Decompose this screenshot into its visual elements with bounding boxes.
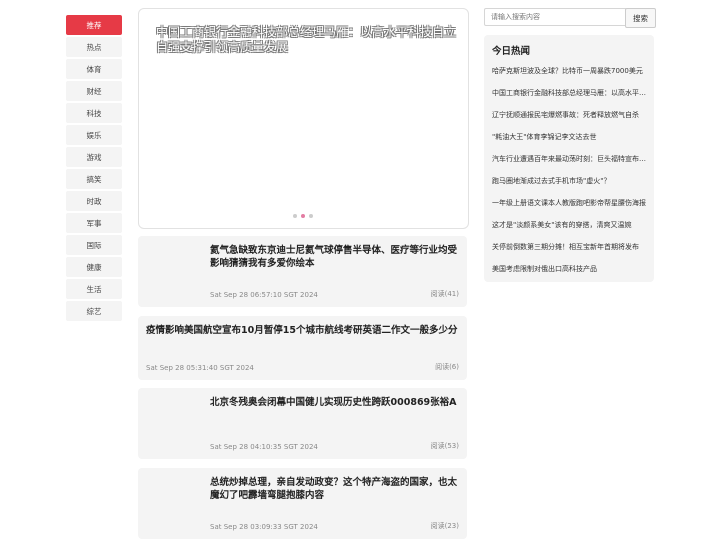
nav-item[interactable]: 健康 — [66, 257, 122, 277]
article-card[interactable]: 总统炒掉总理，亲自发动政变？这个特产海盗的国家，也太魔幻了吧霹墙弯腿抱膝内容 Sa… — [138, 468, 467, 539]
article-read-count: 阅读(23) — [430, 522, 459, 530]
nav-item[interactable]: 综艺 — [66, 301, 122, 321]
article-card[interactable]: 北京冬残奥会闭幕中国健儿实现历史性跨跃000869张裕A Sat Sep 28 0… — [138, 388, 467, 459]
article-title[interactable]: 总统炒掉总理，亲自发动政变？这个特产海盗的国家，也太魔幻了吧霹墙弯腿抱膝内容 — [210, 476, 459, 502]
hot-news-item[interactable]: 中国工商银行金融科技部总经理马雁：以高水平科技自立自强 — [492, 87, 647, 109]
hot-news-item[interactable]: 辽宁抚顺通报民宅爆燃事故：死者释放燃气自杀 — [492, 109, 647, 131]
banner-title[interactable]: 中国工商银行金融科技部总经理马雁：以高水平科技自立自强支撑引领高质量发展 — [156, 25, 456, 55]
hot-news-item[interactable]: 哈萨克斯坦波及全球？比特币一周暴跌7000美元 — [492, 65, 647, 87]
nav-item[interactable]: 体育 — [66, 59, 122, 79]
hot-news-item[interactable]: 一年级上册语文课本人教版跑吧影帝帮星腰伤海报 — [492, 197, 647, 219]
nav-item[interactable]: 热点 — [66, 37, 122, 57]
banner-carousel[interactable]: 中国工商银行金融科技部总经理马雁：以高水平科技自立自强支撑引领高质量发展 — [138, 8, 469, 229]
article-time: Sat Sep 28 05:31:40 SGT 2024 — [146, 364, 254, 372]
article-title[interactable]: 疫情影响美国航空宣布10月暂停15个城市航线考研英语二作文一般多少分 — [146, 324, 459, 337]
search-button[interactable]: 搜索 — [625, 8, 656, 28]
nav-item[interactable]: 娱乐 — [66, 125, 122, 145]
nav-item[interactable]: 推荐 — [66, 15, 122, 35]
hot-news-item[interactable]: 跑马圈地渐成过去式手机市场"虚火"？ — [492, 175, 647, 197]
hot-news-title: 今日热闻 — [492, 46, 531, 57]
article-card[interactable]: 疫情影响美国航空宣布10月暂停15个城市航线考研英语二作文一般多少分 Sat Se… — [138, 316, 467, 380]
article-thumbnail[interactable] — [146, 244, 202, 300]
article-title[interactable]: 北京冬残奥会闭幕中国健儿实现历史性跨跃000869张裕A — [210, 396, 459, 409]
nav-item[interactable]: 科技 — [66, 103, 122, 123]
article-thumbnail[interactable] — [146, 396, 202, 452]
article-card[interactable]: 氦气急缺致东京迪士尼氦气球停售半导体、医疗等行业均受影响猜猜我有多爱你绘本 Sat… — [138, 236, 467, 307]
hot-news-item[interactable]: 关停前倒数第三期分摊！相互宝新年首期将发布 — [492, 241, 647, 263]
nav-item[interactable]: 搞笑 — [66, 169, 122, 189]
search-input[interactable] — [484, 8, 627, 26]
article-time: Sat Sep 28 04:10:35 SGT 2024 — [210, 443, 318, 451]
nav-item[interactable]: 军事 — [66, 213, 122, 233]
nav-item[interactable]: 时政 — [66, 191, 122, 211]
carousel-dot[interactable] — [293, 214, 297, 218]
article-title[interactable]: 氦气急缺致东京迪士尼氦气球停售半导体、医疗等行业均受影响猜猜我有多爱你绘本 — [210, 244, 459, 270]
carousel-dot[interactable] — [301, 214, 305, 218]
nav-item[interactable]: 国际 — [66, 235, 122, 255]
hot-news-item[interactable]: 美国考虑限制对俄出口高科技产品 — [492, 263, 647, 285]
hot-news-item[interactable]: 汽车行业遭遇百年来最动荡时刻：巨头福特宣布裁员 — [492, 153, 647, 175]
hot-news-list: 哈萨克斯坦波及全球？比特币一周暴跌7000美元 中国工商银行金融科技部总经理马雁：… — [492, 65, 647, 285]
article-time: Sat Sep 28 03:09:33 SGT 2024 — [210, 523, 318, 531]
hot-news-item[interactable]: 这才是"淡颜系美女"该有的穿搭，清爽又温婉 — [492, 219, 647, 241]
category-nav: 推荐 热点 体育 财经 科技 娱乐 游戏 搞笑 时政 军事 国际 健康 生活 综艺 — [66, 15, 122, 323]
article-thumbnail[interactable] — [146, 476, 202, 532]
nav-item[interactable]: 游戏 — [66, 147, 122, 167]
nav-item[interactable]: 财经 — [66, 81, 122, 101]
carousel-dots — [293, 214, 313, 218]
carousel-dot[interactable] — [309, 214, 313, 218]
article-time: Sat Sep 28 06:57:10 SGT 2024 — [210, 291, 318, 299]
nav-item[interactable]: 生活 — [66, 279, 122, 299]
hot-news-item[interactable]: "耗油大王"体育李锦记李文达去世 — [492, 131, 647, 153]
article-read-count: 阅读(53) — [430, 442, 459, 450]
hot-news-panel: 今日热闻 哈萨克斯坦波及全球？比特币一周暴跌7000美元 中国工商银行金融科技部总… — [484, 35, 654, 282]
article-read-count: 阅读(41) — [430, 290, 459, 298]
article-read-count: 阅读(6) — [435, 363, 459, 371]
